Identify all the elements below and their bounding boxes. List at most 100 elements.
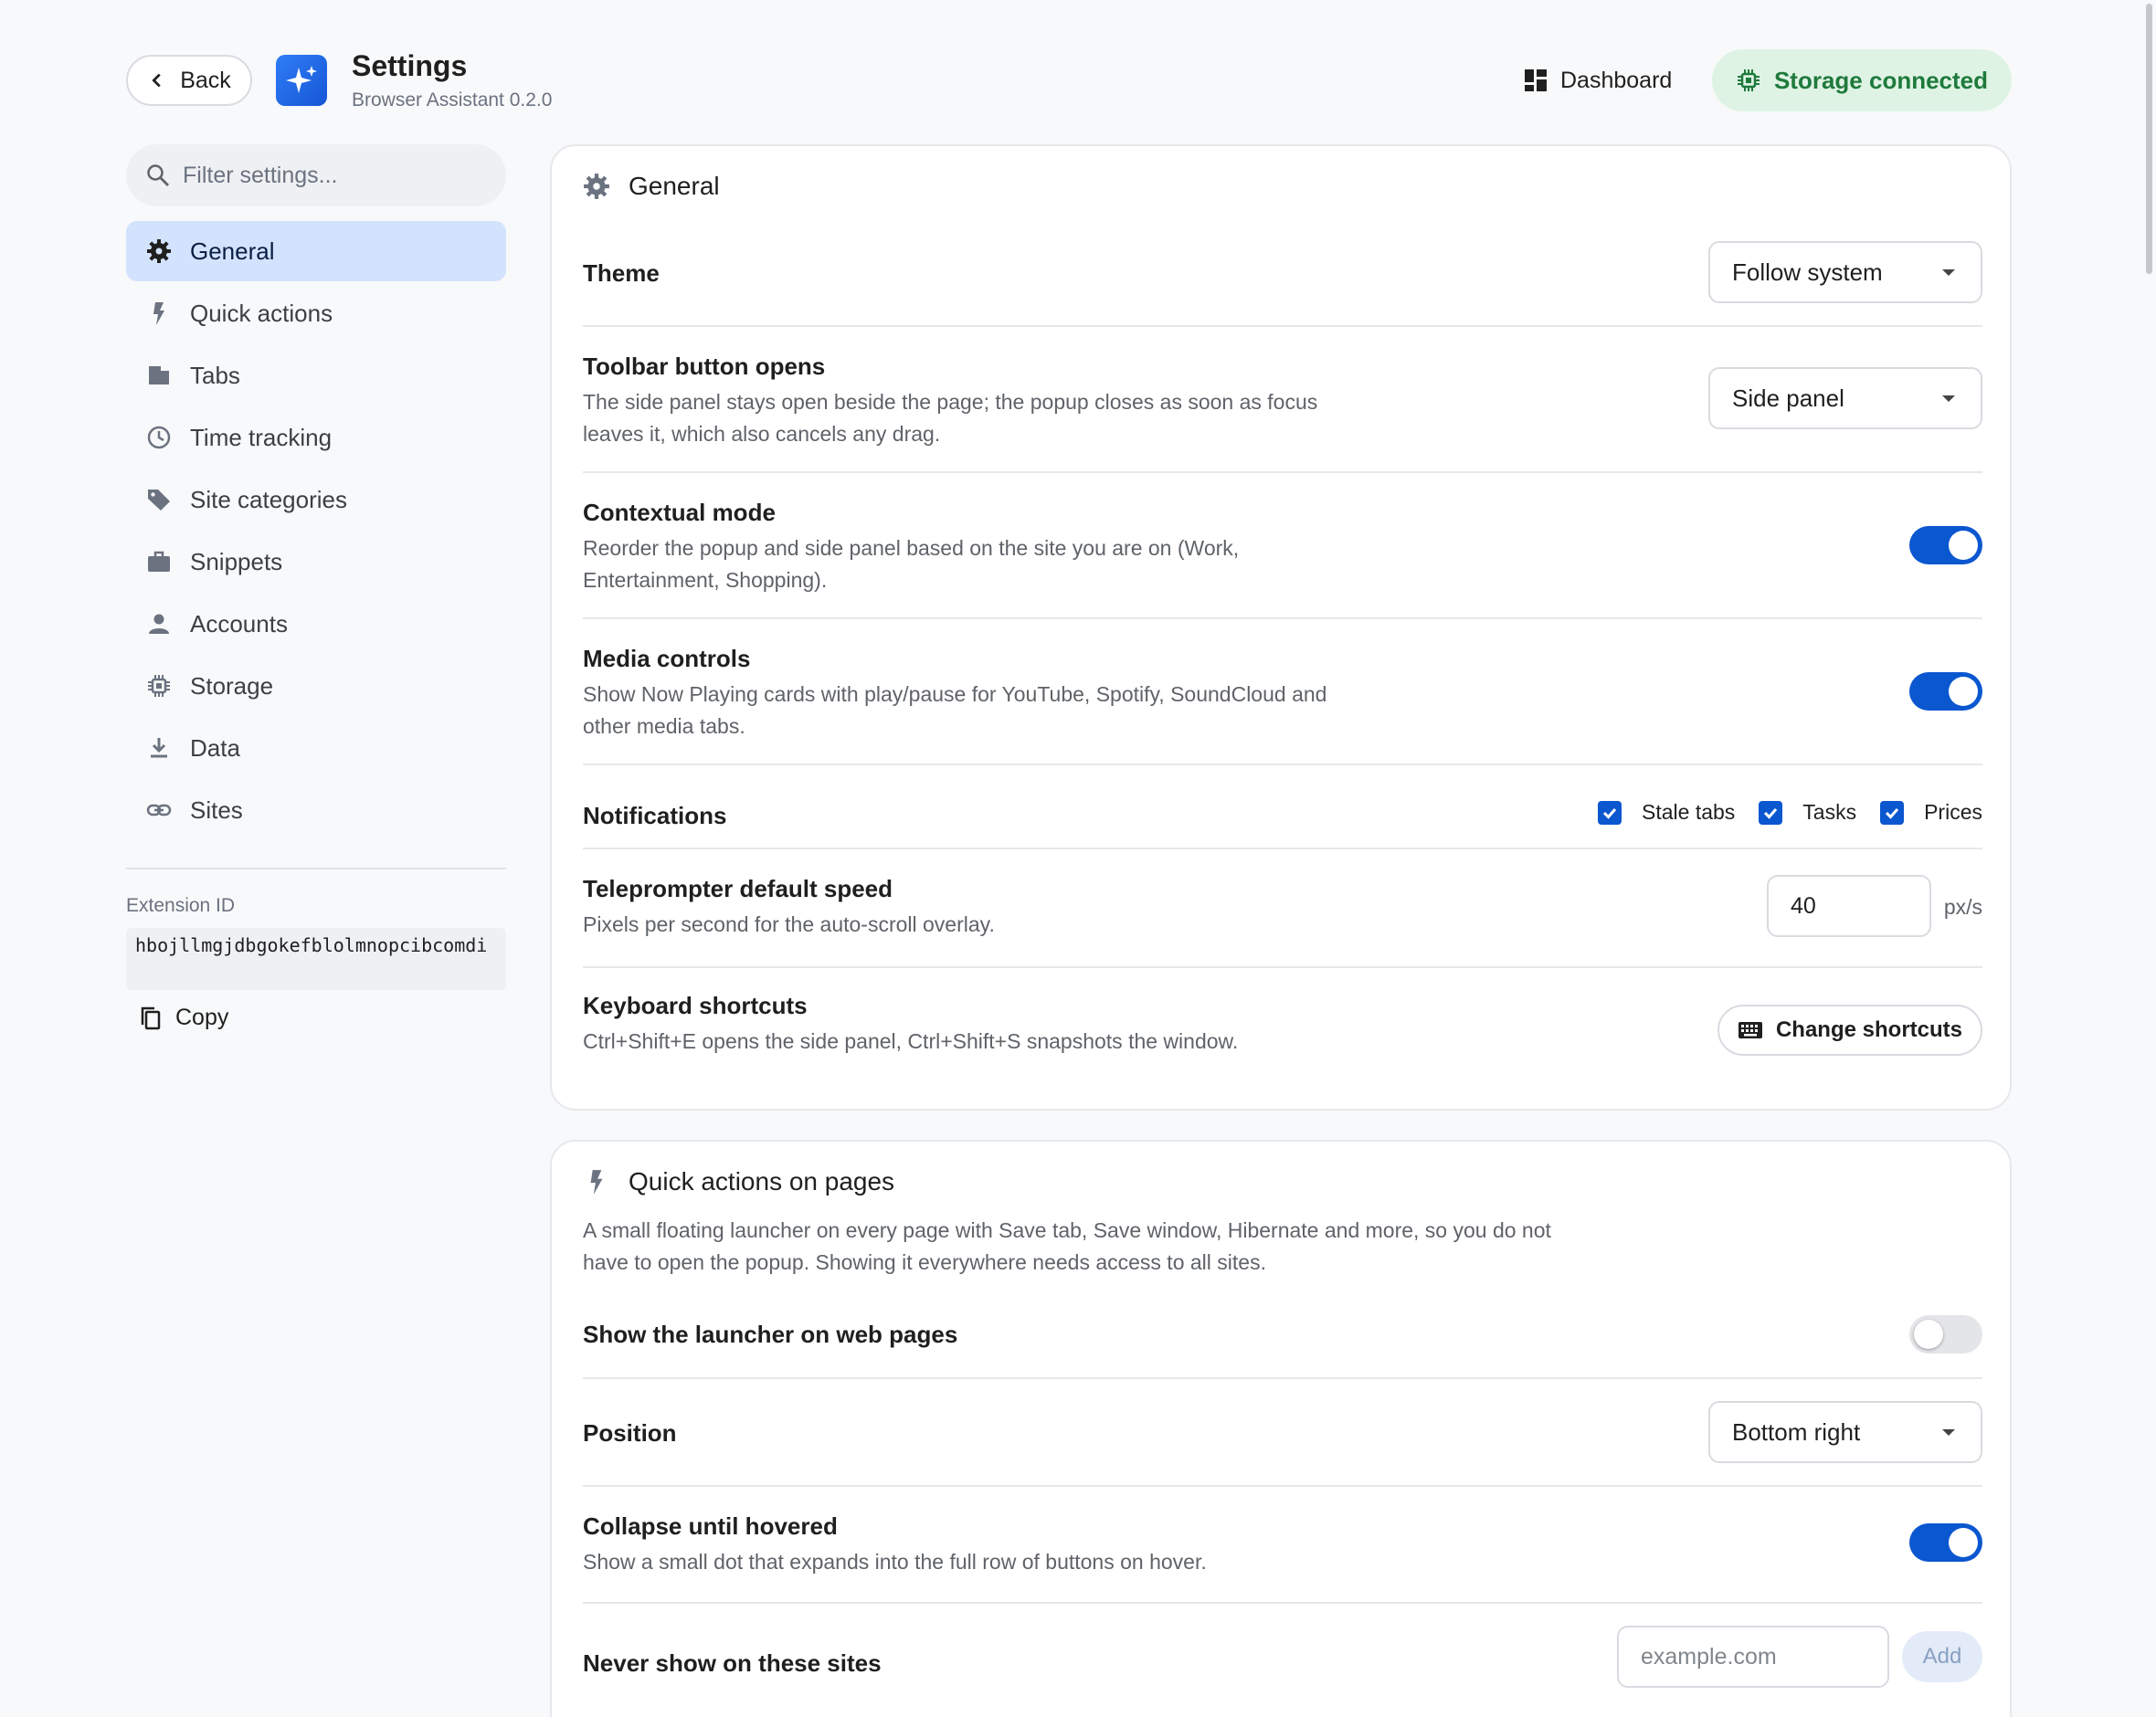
back-button[interactable]: Back	[126, 55, 252, 106]
sidebar-item-snippets[interactable]: Snippets	[126, 532, 506, 592]
sidebar-divider	[126, 868, 506, 869]
extension-id-value: hbojllmgjdbgokefblolmnopcibcomdi	[126, 928, 506, 990]
toolbar-select[interactable]: Side panel	[1708, 367, 1982, 429]
collapse-description: Show a small dot that expands into the f…	[583, 1550, 1207, 1574]
media-row: Media controls Show Now Playing cards wi…	[583, 645, 1982, 738]
sidebar-item-label: Data	[190, 733, 240, 762]
sidebar-item-storage[interactable]: Storage	[126, 656, 506, 716]
theme-select-value: Follow system	[1732, 258, 1883, 286]
media-label: Media controls	[583, 645, 751, 672]
shortcuts-row: Keyboard shortcuts Ctrl+Shift+E opens th…	[583, 992, 1982, 1065]
add-site-button[interactable]: Add	[1902, 1631, 1982, 1682]
position-label: Position	[583, 1419, 677, 1447]
bolt-icon	[590, 1170, 603, 1195]
sparkle-icon	[286, 66, 317, 93]
divider	[583, 617, 1982, 619]
gear-icon	[146, 238, 172, 264]
divider	[583, 1602, 1982, 1604]
media-description: Show Now Playing cards with play/pause f…	[583, 682, 1327, 738]
toggle-knob	[1914, 1320, 1943, 1349]
sidebar-item-general[interactable]: General	[126, 221, 506, 281]
divider	[583, 848, 1982, 849]
divider	[583, 1377, 1982, 1379]
checkbox-label: Tasks	[1802, 800, 1857, 824]
divider	[583, 325, 1982, 327]
toggle-knob	[1949, 1528, 1978, 1557]
sidebar-item-site-categories[interactable]: Site categories	[126, 469, 506, 530]
sidebar-item-label: Accounts	[190, 609, 288, 637]
sidebar-item-label: Site categories	[190, 485, 347, 513]
tasks-checkbox[interactable]: Tasks	[1759, 800, 1856, 825]
storage-status-label: Storage connected	[1773, 66, 1989, 94]
settings-search[interactable]	[126, 144, 506, 206]
sidebar-nav: General Quick actions Tabs Time tracking…	[126, 221, 506, 842]
sidebar-item-label: Quick actions	[190, 299, 333, 327]
divider	[583, 764, 1982, 765]
copy-label: Copy	[175, 1005, 229, 1030]
notifications-options: Stale tabs Tasks Prices	[1576, 800, 1982, 825]
change-shortcuts-button[interactable]: Change shortcuts	[1717, 1005, 1982, 1056]
dashboard-link[interactable]: Dashboard	[1524, 64, 1672, 97]
keyboard-icon	[1738, 1022, 1762, 1038]
sidebar-item-label: General	[190, 237, 275, 265]
scrollbar-thumb[interactable]	[2146, 4, 2152, 274]
sidebar-item-tabs[interactable]: Tabs	[126, 345, 506, 406]
prices-checkbox[interactable]: Prices	[1880, 800, 1982, 825]
contextual-description: Reorder the popup and side panel based o…	[583, 536, 1240, 592]
gear-icon	[584, 174, 609, 199]
tag-icon	[146, 487, 172, 512]
tab-icon	[146, 363, 172, 388]
checkbox-label: Prices	[1924, 800, 1982, 824]
page-scrollbar[interactable]	[2143, 0, 2154, 274]
top-bar: Back Settings Browser Assistant 0.2.0 Da…	[0, 0, 2156, 137]
chevron-left-icon	[152, 73, 161, 88]
stale-tabs-checkbox[interactable]: Stale tabs	[1598, 800, 1735, 825]
media-toggle[interactable]	[1909, 672, 1982, 711]
copy-icon	[141, 1006, 161, 1029]
search-icon	[147, 164, 169, 186]
contextual-toggle[interactable]	[1909, 526, 1982, 564]
person-icon	[146, 611, 172, 637]
sidebar-item-time-tracking[interactable]: Time tracking	[126, 407, 506, 468]
theme-select[interactable]: Follow system	[1708, 241, 1982, 303]
app-version: Browser Assistant 0.2.0	[352, 90, 553, 111]
sidebar-item-quick-actions[interactable]: Quick actions	[126, 283, 506, 343]
notifications-row: Notifications Stale tabs Tasks Prices	[583, 796, 1982, 833]
quick-actions-card-title: Quick actions on pages	[629, 1167, 895, 1196]
sidebar-item-label: Sites	[190, 795, 243, 824]
launcher-row: Show the launcher on web pages	[583, 1315, 1982, 1354]
storage-status-badge[interactable]: Storage connected	[1712, 49, 2012, 111]
never-show-label: Never show on these sites	[583, 1649, 882, 1677]
launcher-toggle[interactable]	[1909, 1315, 1982, 1354]
divider	[583, 471, 1982, 473]
page-title: Settings	[352, 49, 468, 82]
position-select[interactable]: Bottom right	[1708, 1401, 1982, 1463]
sidebar-item-sites[interactable]: Sites	[126, 780, 506, 840]
launcher-label: Show the launcher on web pages	[583, 1321, 958, 1348]
caret-down-icon	[1942, 1429, 1955, 1436]
search-input[interactable]	[183, 162, 493, 189]
download-icon	[146, 735, 172, 761]
never-show-site-input[interactable]	[1617, 1626, 1889, 1688]
sidebar-item-label: Tabs	[190, 361, 240, 389]
chip-icon	[146, 673, 172, 699]
quick-actions-description: A small floating launcher on every page …	[583, 1218, 1551, 1274]
never-show-row: Never show on these sites Add	[583, 1626, 1982, 1688]
extension-id-label: Extension ID	[126, 895, 236, 916]
clock-icon	[146, 425, 172, 450]
toolbar-select-value: Side panel	[1732, 384, 1844, 412]
sidebar-item-data[interactable]: Data	[126, 718, 506, 778]
theme-row: Theme Follow system	[583, 241, 1982, 303]
sidebar-item-label: Snippets	[190, 547, 283, 575]
teleprompter-speed-input[interactable]	[1767, 875, 1931, 937]
theme-label: Theme	[583, 259, 660, 287]
sidebar-item-accounts[interactable]: Accounts	[126, 594, 506, 654]
toolbar-description: The side panel stays open beside the pag…	[583, 390, 1318, 446]
collapse-row: Collapse until hovered Show a small dot …	[583, 1512, 1982, 1576]
briefcase-icon	[146, 549, 172, 574]
collapse-toggle[interactable]	[1909, 1523, 1982, 1562]
divider	[583, 1485, 1982, 1487]
contextual-row: Contextual mode Reorder the popup and si…	[583, 499, 1982, 592]
change-shortcuts-label: Change shortcuts	[1775, 1017, 1962, 1042]
copy-button[interactable]: Copy	[139, 1005, 228, 1031]
